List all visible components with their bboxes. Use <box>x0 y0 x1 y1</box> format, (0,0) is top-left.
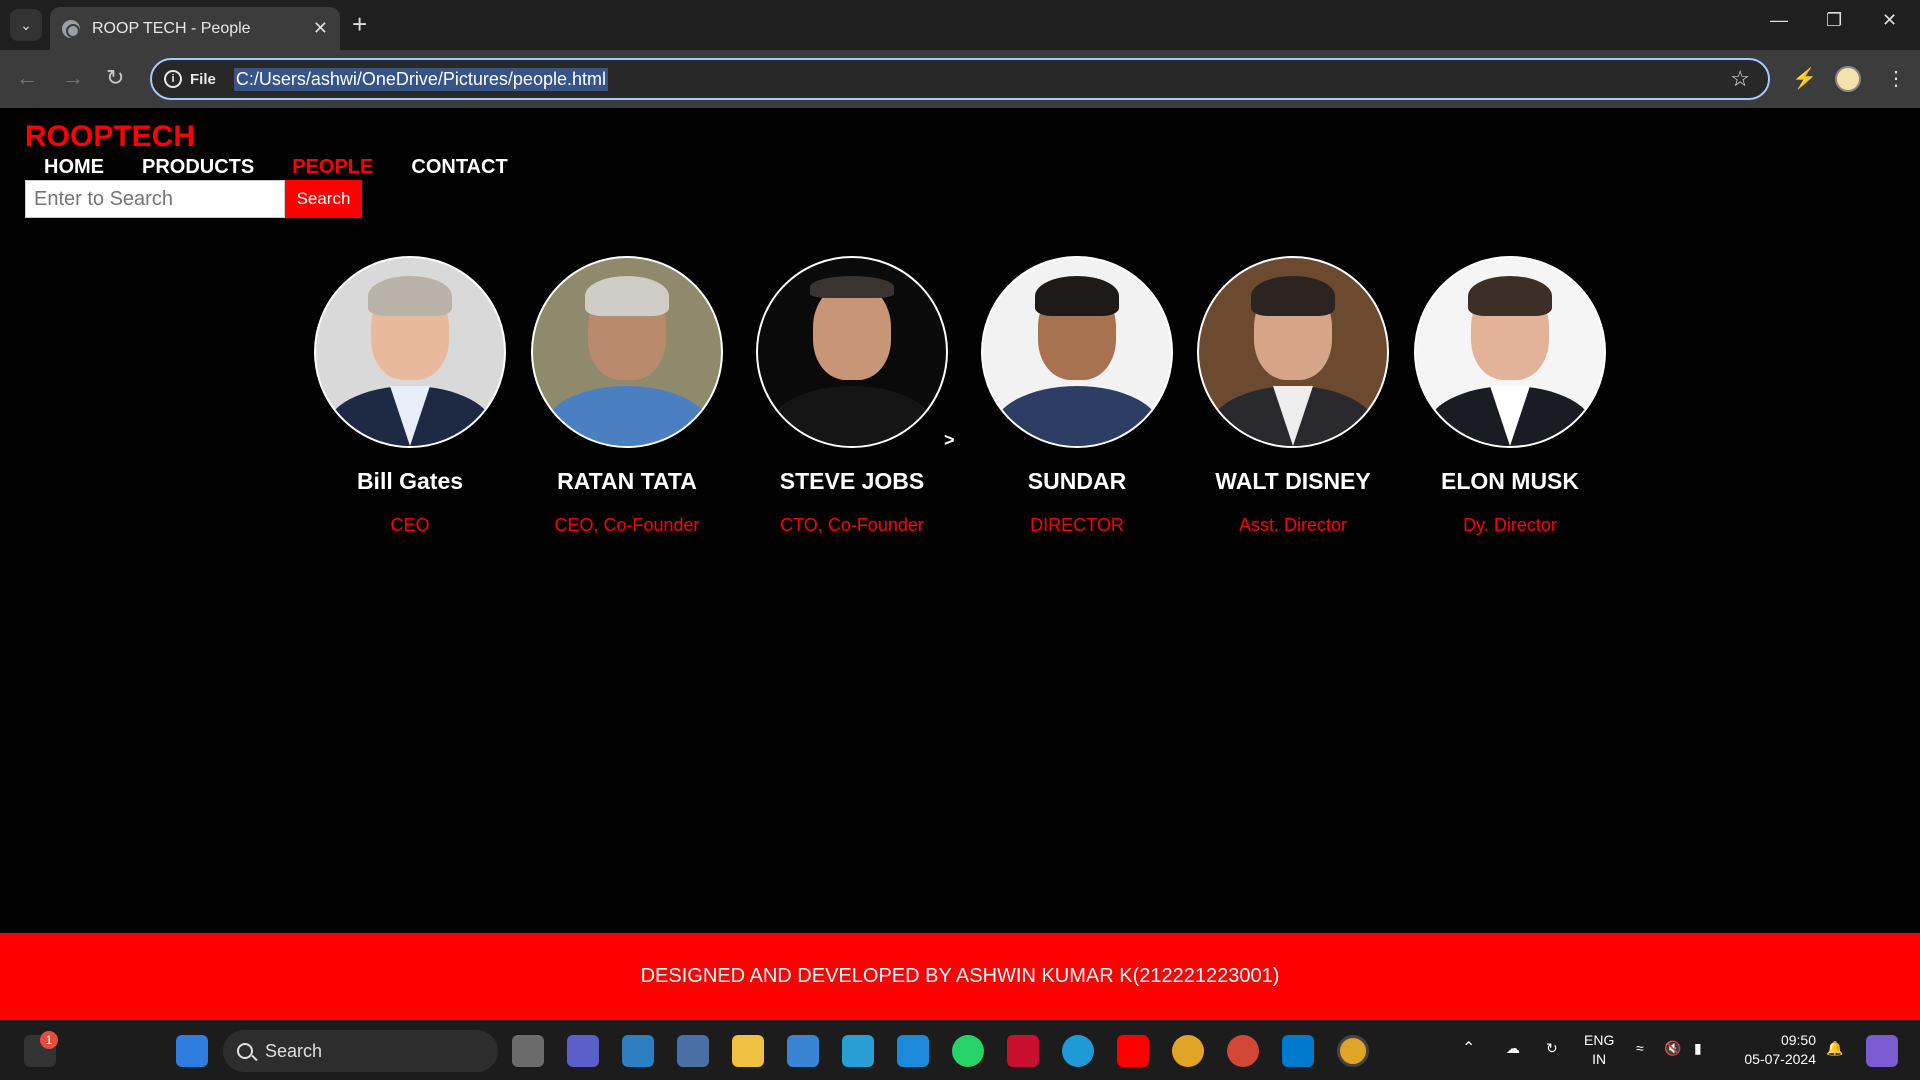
person-role: CTO, Co-Founder <box>780 515 924 535</box>
chrome-profile-icon[interactable] <box>1227 1035 1259 1067</box>
footer-credit: DESIGNED AND DEVELOPED BY ASHWIN KUMAR K… <box>640 965 1280 987</box>
notification-badge: 1 <box>40 1031 58 1049</box>
bookmark-star-icon[interactable]: ☆ <box>1730 66 1750 92</box>
nav-people[interactable]: PEOPLE <box>292 156 373 179</box>
person-photo <box>314 256 506 448</box>
person-name: WALT DISNEY <box>1215 468 1371 494</box>
onedrive-icon[interactable]: ☁ <box>1506 1039 1520 1058</box>
person-name: Bill Gates <box>356 468 464 494</box>
person-photo <box>1414 256 1606 448</box>
new-tab-icon[interactable]: + <box>352 11 367 37</box>
globe-icon <box>62 19 80 38</box>
chrome-icon[interactable] <box>1172 1035 1204 1067</box>
task-view-icon[interactable] <box>512 1035 544 1067</box>
wifi-icon[interactable]: ≈ <box>1636 1039 1644 1058</box>
battery-icon[interactable]: ▮ <box>1694 1039 1702 1058</box>
reload-icon[interactable]: ↻ <box>106 64 124 92</box>
taskbar: 1 Search ⌃ ☁ ↻ ENG IN ≈ 🔇 ▮ 09:50 05-07-… <box>0 1020 1920 1080</box>
search-form: Search <box>25 180 362 218</box>
site-nav: HOME PRODUCTS PEOPLE CONTACT <box>44 156 508 179</box>
person-photo <box>1197 256 1389 448</box>
notifications-bell-icon[interactable]: 🔔 <box>1826 1039 1843 1058</box>
tab-title: ROOP TECH - People <box>92 19 251 37</box>
forward-icon[interactable]: → <box>62 64 84 92</box>
store-icon[interactable] <box>787 1035 819 1067</box>
taskbar-search-label: Search <box>265 1040 323 1061</box>
file-scheme-label: File <box>190 70 216 88</box>
nav-contact[interactable]: CONTACT <box>411 156 507 179</box>
person-card: ELON MUSK Dy. Director <box>1390 256 1630 536</box>
browser-menu-icon[interactable]: ⋮ <box>1886 66 1906 91</box>
person-role: CEO <box>390 515 430 535</box>
myhp-icon[interactable] <box>897 1035 929 1067</box>
app-icon[interactable] <box>622 1035 654 1067</box>
person-role: Asst. Director <box>1238 515 1348 535</box>
person-name: STEVE JOBS <box>779 468 925 494</box>
file-explorer-icon[interactable] <box>732 1035 764 1067</box>
taskbar-search[interactable]: Search <box>223 1030 498 1072</box>
person-name: ELON MUSK <box>1441 468 1579 494</box>
youtube-icon[interactable] <box>1117 1035 1149 1067</box>
language-indicator[interactable]: ENG IN <box>1584 1031 1614 1069</box>
person-role: DIRECTOR <box>1030 515 1124 535</box>
teams-icon[interactable] <box>567 1035 599 1067</box>
extensions-icon[interactable]: ⚡ <box>1792 66 1817 91</box>
person-name: SUNDAR <box>1027 468 1127 494</box>
vscode-icon[interactable] <box>1282 1035 1314 1067</box>
copilot-icon[interactable] <box>1866 1035 1898 1067</box>
person-role: Dy. Director <box>1463 515 1557 535</box>
person-card: RATAN TATA CEO, Co-Founder <box>507 256 747 536</box>
person-card: WALT DISNEY Asst. Director <box>1173 256 1413 536</box>
mcafee-icon[interactable] <box>1007 1035 1039 1067</box>
help-icon[interactable] <box>842 1035 874 1067</box>
page: ROOPTECH HOME PRODUCTS PEOPLE CONTACT Se… <box>0 108 1920 1020</box>
windows-start-icon[interactable] <box>176 1035 208 1067</box>
chrome-active-icon[interactable] <box>1337 1035 1369 1067</box>
person-role: CEO, Co-Founder <box>554 515 700 535</box>
whatsapp-icon[interactable] <box>952 1035 984 1067</box>
people-gallery: Bill Gates CEO RATAN TATA CEO, Co-Founde… <box>0 256 1920 556</box>
footer: DESIGNED AND DEVELOPED BY ASHWIN KUMAR K… <box>0 933 1920 1020</box>
site-info-icon[interactable]: i <box>164 70 182 88</box>
profile-avatar[interactable] <box>1835 66 1861 92</box>
person-photo <box>981 256 1173 448</box>
tray-chevron-icon[interactable]: ⌃ <box>1462 1039 1475 1058</box>
minimize-icon[interactable]: — <box>1770 10 1788 31</box>
notepad-icon[interactable] <box>677 1035 709 1067</box>
address-bar[interactable]: i File C:/Users/ashwi/OneDrive/Pictures/… <box>150 58 1770 100</box>
nav-home[interactable]: HOME <box>44 156 104 179</box>
person-card: STEVE JOBS CTO, Co-Founder <box>732 256 972 536</box>
tab-search-dropdown-icon[interactable]: ⌄ <box>10 9 42 41</box>
tab-close-icon[interactable]: ✕ <box>313 18 328 39</box>
clock[interactable]: 09:50 05-07-2024 <box>1736 1031 1816 1069</box>
browser-tab-strip: ⌄ ROOP TECH - People ✕ + — ❐ ✕ <box>0 0 1920 50</box>
restore-icon[interactable]: ❐ <box>1826 10 1842 31</box>
person-card: Bill Gates CEO <box>290 256 530 536</box>
person-photo <box>531 256 723 448</box>
search-icon <box>237 1043 253 1059</box>
volume-muted-icon[interactable]: 🔇 <box>1664 1039 1681 1058</box>
window-close-icon[interactable]: ✕ <box>1882 10 1897 31</box>
search-button[interactable]: Search <box>285 180 362 218</box>
sync-icon[interactable]: ↻ <box>1546 1039 1558 1058</box>
search-input[interactable] <box>25 180 285 218</box>
url-text[interactable]: C:/Users/ashwi/OneDrive/Pictures/people.… <box>233 67 608 91</box>
person-photo <box>756 256 948 448</box>
browser-tab[interactable]: ROOP TECH - People ✕ <box>50 7 340 50</box>
brand-logo: ROOPTECH <box>25 120 196 153</box>
person-card: SUNDAR DIRECTOR <box>957 256 1197 536</box>
back-icon[interactable]: ← <box>16 64 38 92</box>
nav-products[interactable]: PRODUCTS <box>142 156 254 179</box>
next-arrow: > <box>944 430 955 450</box>
person-name: RATAN TATA <box>557 468 697 494</box>
edge-icon[interactable] <box>1062 1035 1094 1067</box>
